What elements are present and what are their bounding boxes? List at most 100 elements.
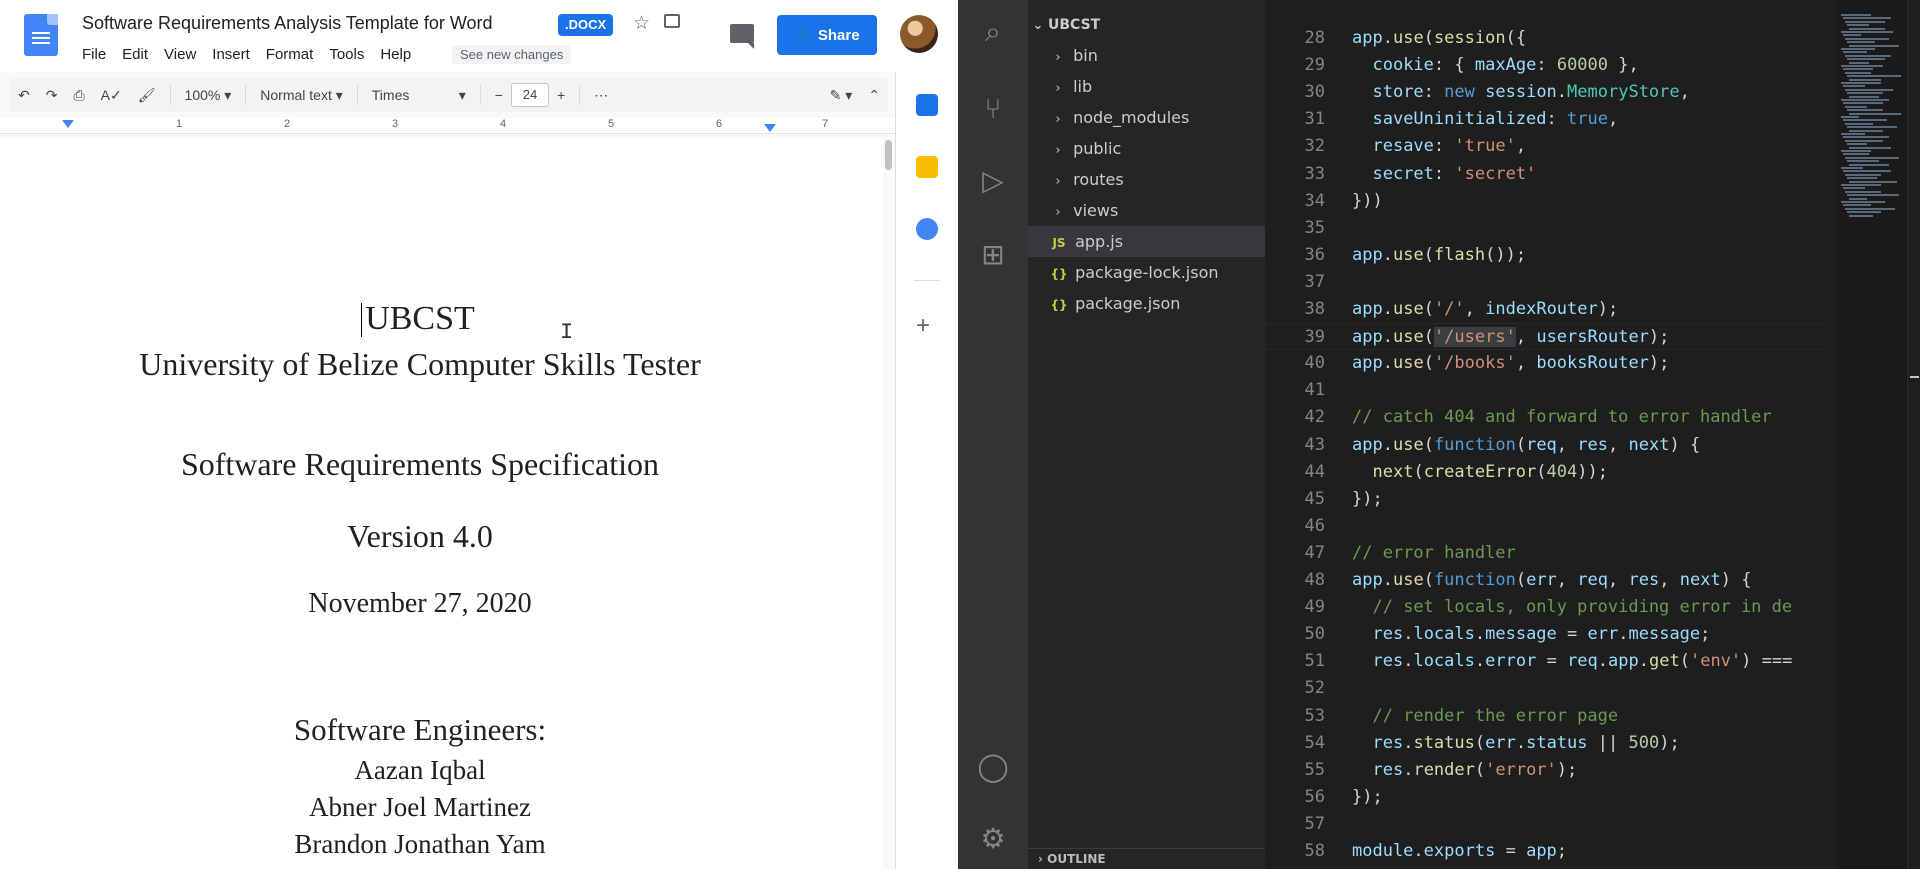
code-text: resave: 'true', — [1372, 136, 1527, 157]
avatar[interactable] — [900, 15, 938, 53]
file-package-json[interactable]: {} package.json — [1028, 288, 1265, 319]
code-line[interactable]: 52 — [1265, 675, 1825, 702]
code-line[interactable]: 54 res.status(err.status || 500); — [1265, 730, 1825, 757]
code-line[interactable]: 44 next(createError(404)); — [1265, 459, 1825, 486]
menu-bar: File Edit View Insert Format Tools Help — [74, 46, 419, 63]
move-to-folder-icon[interactable] — [664, 14, 680, 28]
comment-history-icon[interactable] — [730, 24, 754, 49]
outline-section-header[interactable]: › OUTLINE — [1028, 848, 1265, 869]
keep-icon[interactable] — [916, 156, 938, 178]
code-line[interactable]: 43 app.use(function(req, res, next) { — [1265, 432, 1825, 459]
code-line[interactable]: 35 — [1265, 215, 1825, 242]
add-addon-icon[interactable]: + — [916, 312, 930, 340]
code-line[interactable]: 41 — [1265, 377, 1825, 404]
code-line[interactable]: 55 res.render('error'); — [1265, 757, 1825, 784]
right-indent-marker-icon[interactable] — [764, 124, 776, 132]
menu-format[interactable]: Format — [258, 46, 322, 63]
paint-format-icon[interactable]: 🖌 — [130, 87, 164, 104]
code-line[interactable]: 36 app.use(flash()); — [1265, 242, 1825, 269]
decrease-font-size-button[interactable]: − — [487, 87, 511, 103]
code-line[interactable]: 48 app.use(function(err, req, res, next) … — [1265, 567, 1825, 594]
activity-bar: ⌕ ⑂ ▷ ⊞ ◯ ⚙ — [958, 0, 1028, 869]
line-number: 48 — [1304, 570, 1325, 590]
font-select[interactable]: Times ▾ — [364, 87, 474, 104]
code-editor[interactable]: 28 app.use(session({29 cookie: { maxAge: … — [1265, 0, 1920, 869]
folder-routes[interactable]: › routes — [1028, 164, 1265, 195]
see-new-changes-link[interactable]: See new changes — [452, 45, 572, 64]
font-size-input[interactable]: 24 — [510, 83, 549, 107]
docs-logo-icon[interactable] — [24, 14, 58, 56]
zoom-select[interactable]: 100% ▾ — [177, 87, 240, 104]
search-icon[interactable]: ⌕ — [976, 15, 1010, 49]
code-line[interactable]: 47 // error handler — [1265, 540, 1825, 567]
more-options-icon[interactable]: ⋯ — [586, 87, 616, 104]
code-line[interactable]: 33 secret: 'secret' — [1265, 161, 1825, 188]
source-control-icon[interactable]: ⑂ — [976, 92, 1010, 126]
undo-icon[interactable]: ↶ — [10, 87, 38, 104]
minimap-line — [1843, 204, 1871, 207]
minimap-line — [1849, 197, 1867, 200]
code-line[interactable]: 51 res.locals.error = req.app.get('env')… — [1265, 648, 1825, 675]
run-debug-icon[interactable]: ▷ — [976, 164, 1010, 198]
code-line[interactable]: 49 // set locals, only providing error i… — [1265, 594, 1825, 621]
code-line[interactable]: 57 — [1265, 811, 1825, 838]
menu-insert[interactable]: Insert — [204, 46, 258, 63]
code-line[interactable]: 42 // catch 404 and forward to error hand… — [1265, 404, 1825, 431]
screen: Software Requirements Analysis Template … — [0, 0, 1920, 869]
code-line[interactable]: 29 cookie: { maxAge: 60000 }, — [1265, 52, 1825, 79]
explorer-root-folder[interactable]: ⌄ UBCST — [1028, 10, 1265, 41]
star-icon[interactable]: ☆ — [633, 12, 650, 35]
menu-file[interactable]: File — [74, 46, 114, 63]
print-icon[interactable]: ⎙ — [65, 87, 92, 104]
code-line[interactable]: 32 resave: 'true', — [1265, 133, 1825, 160]
account-icon[interactable]: ◯ — [976, 750, 1010, 784]
menu-tools[interactable]: Tools — [321, 46, 372, 63]
share-button[interactable]: 👤 Share — [777, 15, 877, 55]
folder-node-modules[interactable]: › node_modules — [1028, 102, 1265, 133]
code-text: store: new session.MemoryStore, — [1372, 82, 1690, 103]
folder-public[interactable]: › public — [1028, 133, 1265, 164]
collapse-menus-icon[interactable]: ⌃ — [860, 87, 888, 104]
folder-views[interactable]: › views — [1028, 195, 1265, 226]
document-title[interactable]: Software Requirements Analysis Template … — [82, 13, 493, 34]
code-line[interactable]: 30 store: new session.MemoryStore, — [1265, 79, 1825, 106]
folder-lib[interactable]: › lib — [1028, 71, 1265, 102]
style-select[interactable]: Normal text ▾ — [252, 87, 351, 104]
code-line[interactable]: 39 app.use('/users', usersRouter); — [1265, 323, 1825, 351]
code-line[interactable]: 50 res.locals.message = err.message; — [1265, 621, 1825, 648]
code-line[interactable]: 53 // render the error page — [1265, 703, 1825, 730]
code-line[interactable]: 45}); — [1265, 486, 1825, 513]
menu-help[interactable]: Help — [372, 46, 419, 63]
document-page[interactable]: UBCST University of Belize Computer Skil… — [0, 138, 883, 869]
horizontal-ruler[interactable]: 1 2 3 4 5 6 7 — [0, 118, 895, 134]
document-scrollbar[interactable] — [883, 134, 895, 869]
code-line[interactable]: 34})) — [1265, 188, 1825, 215]
scrollbar-thumb[interactable] — [885, 140, 892, 170]
editor-scrollbar[interactable] — [1907, 0, 1920, 869]
code-line[interactable]: 28 app.use(session({ — [1265, 25, 1825, 52]
settings-gear-icon[interactable]: ⚙ — [976, 822, 1010, 856]
indent-marker-icon[interactable] — [62, 120, 74, 128]
code-line[interactable]: 56}); — [1265, 784, 1825, 811]
code-line[interactable]: 46 — [1265, 513, 1825, 540]
editing-mode-icon[interactable]: ✎ ▾ — [822, 87, 861, 104]
calendar-icon[interactable] — [916, 94, 938, 116]
spellcheck-icon[interactable]: A✓ — [93, 87, 130, 104]
increase-font-size-button[interactable]: + — [549, 87, 573, 103]
extensions-icon[interactable]: ⊞ — [976, 238, 1010, 272]
code-line[interactable]: 38 app.use('/', indexRouter); — [1265, 296, 1825, 323]
minimap[interactable] — [1835, 0, 1907, 869]
code-line[interactable]: 40 app.use('/books', booksRouter); — [1265, 350, 1825, 377]
file-package-lock-json[interactable]: {} package-lock.json — [1028, 257, 1265, 288]
menu-edit[interactable]: Edit — [114, 46, 156, 63]
folder-bin[interactable]: › bin — [1028, 40, 1265, 71]
tasks-icon[interactable] — [916, 218, 938, 240]
redo-icon[interactable]: ↷ — [38, 87, 66, 104]
menu-view[interactable]: View — [156, 46, 204, 63]
code-line[interactable]: 31 saveUninitialized: true, — [1265, 106, 1825, 133]
doc-acronym: UBCST — [365, 300, 475, 337]
code-line[interactable]: 58 module.exports = app; — [1265, 838, 1825, 865]
minimap-line — [1845, 20, 1885, 23]
code-line[interactable]: 37 — [1265, 269, 1825, 296]
file-app-js[interactable]: JS app.js — [1028, 226, 1265, 257]
